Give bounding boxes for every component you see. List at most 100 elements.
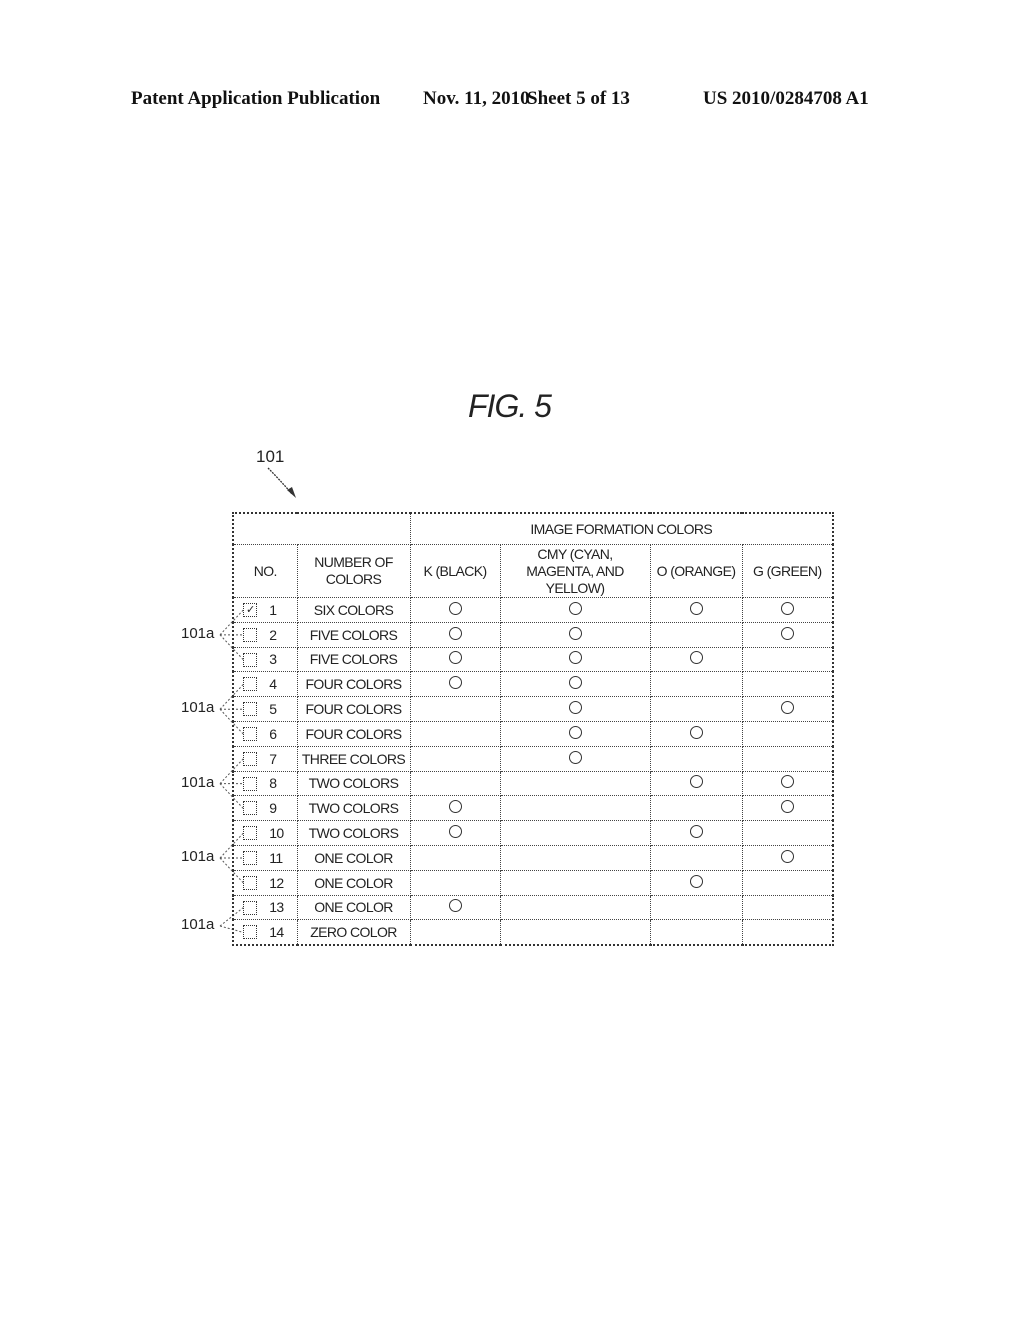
row-number: 4 xyxy=(269,676,277,693)
circle-mark-icon xyxy=(568,651,582,665)
table-row: 7 THREE COLORS xyxy=(232,745,834,772)
color-cell-k xyxy=(409,770,501,797)
circle-mark-icon xyxy=(568,750,582,764)
row-number-cell: 3 xyxy=(232,646,298,673)
checkbox[interactable] xyxy=(243,826,258,841)
checkbox-checked[interactable]: ✓ xyxy=(243,603,258,618)
circle-mark-icon xyxy=(568,626,582,640)
checkbox[interactable] xyxy=(243,851,258,866)
color-cell-cmy xyxy=(499,621,651,648)
circle-mark-icon xyxy=(448,825,462,839)
arrowhead-icon xyxy=(287,487,296,498)
color-cell-g xyxy=(741,671,834,698)
table-row: 12 ONE COLOR xyxy=(232,869,834,896)
circle-mark-icon xyxy=(448,800,462,814)
circle-mark-icon xyxy=(780,701,794,715)
color-cell-cmy xyxy=(499,869,651,896)
row-number-cell: 11 xyxy=(232,844,298,871)
checkbox[interactable] xyxy=(243,900,258,915)
column-header-g: G (GREEN) xyxy=(741,544,834,598)
color-cell-cmy xyxy=(499,646,651,673)
color-cell-g xyxy=(741,894,834,921)
row-number-cell: 13 xyxy=(232,894,298,921)
checkbox[interactable] xyxy=(243,801,258,816)
row-number: 2 xyxy=(269,626,277,643)
reference-label-101a: 101a xyxy=(181,624,215,642)
number-of-colors-cell: ZERO COLOR xyxy=(296,919,411,946)
color-cell-cmy xyxy=(499,919,651,946)
color-cell-g xyxy=(741,919,834,946)
row-number: 3 xyxy=(269,651,277,668)
color-cell-k xyxy=(409,745,501,772)
checkbox[interactable] xyxy=(243,652,258,667)
color-cell-cmy xyxy=(499,894,651,921)
color-cell-g xyxy=(741,770,834,797)
table-row: 11 ONE COLOR xyxy=(232,844,834,871)
color-cell-cmy xyxy=(499,820,651,846)
table-row: 8 TWO COLORS xyxy=(232,770,834,797)
number-of-colors-cell: ONE COLOR xyxy=(296,894,411,921)
color-cell-o xyxy=(649,597,743,623)
checkbox[interactable] xyxy=(243,925,258,940)
color-cell-k xyxy=(409,696,501,722)
circle-mark-icon xyxy=(568,676,582,690)
row-number: 7 xyxy=(269,750,277,767)
checkbox[interactable] xyxy=(243,677,258,692)
column-header-k: K (BLACK) xyxy=(409,544,501,598)
color-cell-o xyxy=(649,745,743,772)
table-row: 2 FIVE COLORS xyxy=(232,621,834,648)
checkbox[interactable] xyxy=(243,702,258,717)
color-cell-k xyxy=(409,646,501,673)
image-formation-colors-table: IMAGE FORMATION COLORS NO. NUMBER OF COL… xyxy=(232,512,835,947)
checkbox[interactable] xyxy=(243,627,258,642)
reference-label-101a: 101a xyxy=(181,848,215,866)
color-cell-o xyxy=(649,844,743,871)
color-cell-o xyxy=(649,820,743,846)
color-cell-k xyxy=(409,671,501,698)
row-number: 11 xyxy=(269,849,283,866)
circle-mark-icon xyxy=(689,874,703,888)
column-header-o: O (ORANGE) xyxy=(649,544,743,598)
table-row: 10 TWO COLORS xyxy=(232,820,834,846)
circle-mark-icon xyxy=(448,651,462,665)
row-number-cell: 8 xyxy=(232,770,298,797)
table-row: 5 FOUR COLORS xyxy=(232,696,834,722)
table-row: 4 FOUR COLORS xyxy=(232,671,834,698)
row-number-cell: 9 xyxy=(232,795,298,822)
checkbox[interactable] xyxy=(243,727,258,742)
number-of-colors-cell: SIX COLORS xyxy=(296,597,411,623)
color-cell-g xyxy=(741,720,834,747)
table-row: 14 ZERO COLOR xyxy=(232,919,834,946)
column-header-number-of-colors: NUMBER OF COLORS xyxy=(296,544,411,598)
number-of-colors-cell: FIVE COLORS xyxy=(296,646,411,673)
empty-header-cell xyxy=(232,512,411,545)
color-cell-o xyxy=(649,770,743,797)
color-cell-cmy xyxy=(499,696,651,722)
color-cell-o xyxy=(649,696,743,722)
row-number: 1 xyxy=(269,601,277,618)
color-cell-g xyxy=(741,795,834,822)
color-cell-g xyxy=(741,869,834,896)
circle-mark-icon xyxy=(780,601,794,615)
color-cell-cmy xyxy=(499,844,651,871)
reference-label-101a: 101a xyxy=(181,699,215,717)
circle-mark-icon xyxy=(448,601,462,615)
circle-mark-icon xyxy=(780,626,794,640)
color-cell-k xyxy=(409,795,501,822)
table-row: 13 ONE COLOR xyxy=(232,894,834,921)
checkbox[interactable] xyxy=(243,751,258,766)
checkbox[interactable] xyxy=(243,776,258,791)
color-cell-o xyxy=(649,894,743,921)
column-header-cmy: CMY (CYAN, MAGENTA, AND YELLOW) xyxy=(499,544,651,598)
checkbox[interactable] xyxy=(243,875,258,890)
color-cell-o xyxy=(649,919,743,946)
row-number-cell: 6 xyxy=(232,720,298,747)
color-cell-k xyxy=(409,919,501,946)
table-column-header-row: NO. NUMBER OF COLORS K (BLACK) CMY (CYAN… xyxy=(232,544,834,598)
circle-mark-icon xyxy=(689,775,703,789)
circle-mark-icon xyxy=(568,601,582,615)
table-row: ✓ 1 SIX COLORS xyxy=(232,597,834,623)
table-group-header-row: IMAGE FORMATION COLORS xyxy=(232,512,834,545)
number-of-colors-cell: TWO COLORS xyxy=(296,770,411,797)
row-number-cell: 14 xyxy=(232,919,298,946)
